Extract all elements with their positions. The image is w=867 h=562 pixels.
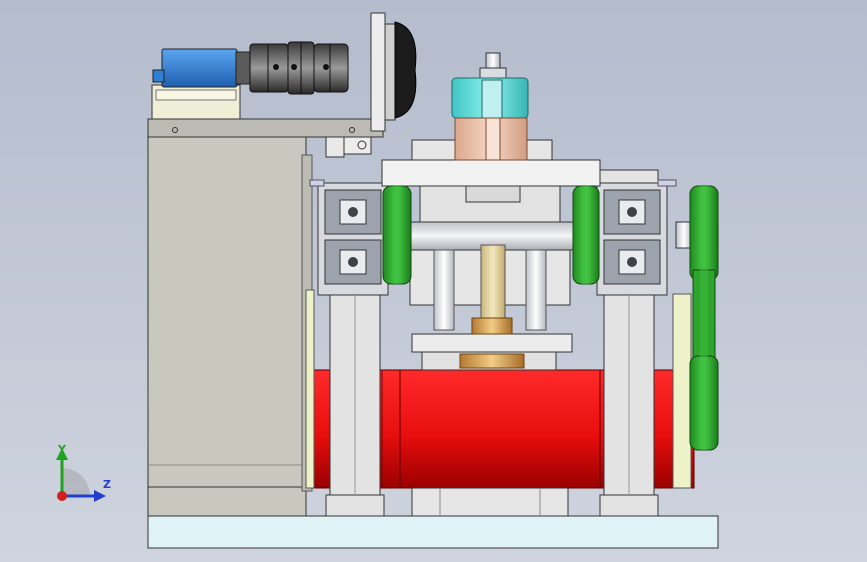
axis-triad: Y Z	[40, 438, 120, 512]
green-pulley-middle[interactable]	[572, 185, 600, 285]
right-side-plate[interactable]	[672, 293, 692, 489]
assembly-model-view[interactable]	[0, 0, 867, 562]
xyz-axis-triad-icon: Y Z	[56, 443, 111, 502]
top-spindle[interactable]	[451, 52, 529, 161]
guide-strip-right	[657, 179, 677, 187]
guide-strip-left	[309, 179, 325, 187]
axis-y-label: Y	[57, 443, 67, 456]
camera-motor-assembly[interactable]	[151, 41, 349, 120]
axis-z-label: Z	[103, 478, 111, 491]
cad-viewport[interactable]: Y Z	[0, 0, 867, 562]
encoder-bracket[interactable]	[370, 12, 417, 132]
green-pulley-left[interactable]	[382, 185, 412, 285]
left-side-plate[interactable]	[305, 289, 315, 489]
base-plate[interactable]	[147, 515, 719, 549]
left-enclosure[interactable]	[147, 136, 313, 517]
